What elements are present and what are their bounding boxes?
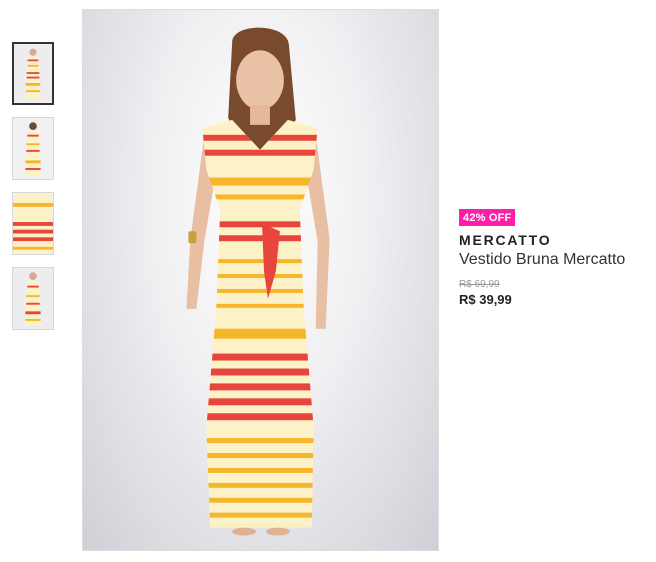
current-price: R$ 39,99 — [459, 292, 512, 307]
thumbnail-4[interactable] — [12, 267, 54, 330]
thumbnail-3[interactable] — [12, 192, 54, 255]
dress-back-thumbnail-image — [13, 118, 53, 179]
thumbnail-1[interactable] — [12, 42, 54, 105]
product-info: 42% OFF MERCATTO Vestido Bruna Mercatto … — [459, 208, 649, 307]
thumbnail-2[interactable] — [12, 117, 54, 180]
main-product-image[interactable] — [82, 9, 439, 551]
product-name[interactable]: Vestido Bruna Mercatto — [459, 251, 649, 269]
dress-detail-thumbnail-image — [13, 193, 53, 254]
old-price: R$ 69,99 — [459, 279, 500, 290]
product-brand[interactable]: MERCATTO — [459, 232, 649, 248]
dress-model-illustration — [186, 27, 330, 536]
discount-badge: 42% OFF — [459, 209, 516, 226]
dress-full-2-thumbnail-image — [13, 268, 53, 329]
dress-front-thumbnail-image — [14, 45, 52, 102]
